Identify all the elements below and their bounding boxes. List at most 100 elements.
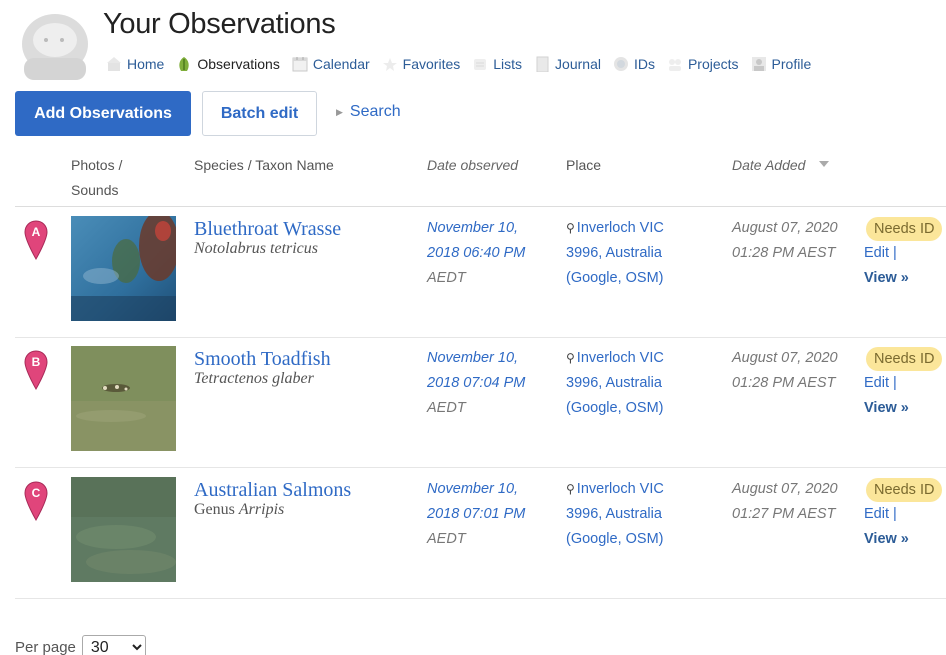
avatar [22,14,88,80]
edit-link[interactable]: Edit | [864,245,897,261]
header-date-observed[interactable]: Date observed [427,153,518,178]
taxon-name: Arripis [238,501,285,518]
place-cell[interactable]: ⚲ Inverloch VIC 3996, Australia (Google, … [566,216,716,291]
place-line: Inverloch VIC [576,220,664,236]
nav-home[interactable]: Home [106,56,164,72]
ids-icon [613,57,628,71]
marker-letter: C [32,486,41,500]
common-name-link[interactable]: Smooth Toadfish [194,348,331,370]
observation-photo[interactable] [71,346,176,451]
profile-subnav: Home Observations Calendar Favorites Lis… [106,53,823,75]
header-divider [15,206,946,207]
date-observed-tz: AEDT [427,400,466,416]
scientific-name: Tetractenos glaber [194,370,331,388]
header-species[interactable]: Species / Taxon Name [194,153,334,178]
nav-calendar[interactable]: Calendar [292,56,370,72]
date-observed-line: November 10, [427,350,519,366]
status-badge: Needs ID [866,347,943,371]
species-cell: Smooth Toadfish Tetractenos glaber [194,348,331,388]
nav-profile[interactable]: Profile [751,56,811,72]
location-pin-icon: ⚲ [566,482,575,496]
date-added-line: August 07, 2020 [732,220,838,236]
page-title: Your Observations [103,8,336,40]
place-line: Inverloch VIC [576,481,664,497]
rank-label: Genus [194,501,239,518]
view-link[interactable]: View » [864,400,909,416]
status-badge: Needs ID [866,478,943,502]
header-date-added[interactable]: Date Added [732,153,830,178]
date-observed-line: November 10, [427,220,519,236]
date-observed-cell[interactable]: November 10, 2018 07:04 PM AEDT [427,346,552,421]
marker-letter: B [32,355,41,369]
per-page-select[interactable]: 30 [81,635,146,655]
nav-projects[interactable]: Projects [667,56,739,72]
search-toggle[interactable]: ▶ Search [336,103,401,121]
header-photos: Photos / Sounds [71,153,122,203]
marker-letter: A [32,225,41,239]
observation-photo[interactable] [71,216,176,321]
view-link[interactable]: View » [864,531,909,547]
common-name-link[interactable]: Australian Salmons [194,479,351,501]
header-photos-line1: Photos / [71,157,123,173]
view-link[interactable]: View » [864,270,909,286]
place-cell[interactable]: ⚲ Inverloch VIC 3996, Australia (Google, … [566,346,716,421]
date-added-line: 01:28 PM AEST [732,375,836,391]
sort-desc-icon[interactable] [819,161,830,168]
taxon-name: Notolabrus tetricus [194,240,319,257]
nav-observations[interactable]: Observations [176,56,280,72]
place-map-links[interactable]: (Google, OSM) [566,527,716,552]
nav-journal-label: Journal [555,56,601,72]
journal-icon [536,56,549,72]
row-divider [15,337,946,338]
home-icon [107,57,121,71]
date-observed-cell[interactable]: November 10, 2018 07:01 PM AEDT [427,477,552,552]
map-marker-icon[interactable]: A [24,220,48,260]
date-observed-line: 2018 07:01 PM [427,506,526,522]
nav-favorites[interactable]: Favorites [382,56,461,72]
status-badge: Needs ID [866,217,943,241]
place-line: 3996, Australia [566,245,662,261]
nav-lists-label: Lists [493,56,523,72]
observations-icon [179,57,190,71]
edit-link[interactable]: Edit | [864,506,897,522]
edit-link[interactable]: Edit | [864,375,897,391]
profile-icon [751,57,766,71]
add-observations-button[interactable]: Add Observations [15,91,191,136]
place-line: 3996, Australia [566,506,662,522]
date-added-line: August 07, 2020 [732,350,838,366]
place-map-links[interactable]: (Google, OSM) [566,266,716,291]
map-marker-icon[interactable]: B [24,350,48,390]
observation-photo[interactable] [71,477,176,582]
scientific-name: Genus Arripis [194,501,351,519]
date-added-line: August 07, 2020 [732,481,838,497]
species-cell: Bluethroat Wrasse Notolabrus tetricus [194,218,341,258]
date-added-cell: August 07, 2020 01:28 PM AEST [732,216,857,266]
date-added-line: 01:27 PM AEST [732,506,836,522]
place-map-links[interactable]: (Google, OSM) [566,396,716,421]
place-cell[interactable]: ⚲ Inverloch VIC 3996, Australia (Google, … [566,477,716,552]
per-page-control: Per page 30 [15,635,146,655]
nav-lists[interactable]: Lists [472,56,522,72]
row-divider [15,467,946,468]
date-observed-tz: AEDT [427,531,466,547]
projects-icon [668,59,681,71]
date-observed-cell[interactable]: November 10, 2018 06:40 PM AEDT [427,216,552,291]
header-place[interactable]: Place [566,153,601,178]
nav-journal[interactable]: Journal [534,56,601,72]
favorites-icon [382,58,397,71]
header-date-added-label: Date Added [732,157,806,173]
map-marker-icon[interactable]: C [24,481,48,521]
row-actions: Edit | View » [864,502,909,552]
taxon-name: Tetractenos glaber [194,370,314,387]
location-pin-icon: ⚲ [566,221,575,235]
nav-ids-label: IDs [633,56,655,72]
species-cell: Australian Salmons Genus Arripis [194,479,351,519]
nav-home-label: Home [127,56,165,72]
batch-edit-button[interactable]: Batch edit [202,91,317,136]
nav-ids[interactable]: IDs [613,56,655,72]
nav-favorites-label: Favorites [402,56,461,72]
place-line: 3996, Australia [566,375,662,391]
row-actions: Edit | View » [864,371,909,421]
date-added-cell: August 07, 2020 01:28 PM AEST [732,346,857,396]
common-name-link[interactable]: Bluethroat Wrasse [194,218,341,240]
